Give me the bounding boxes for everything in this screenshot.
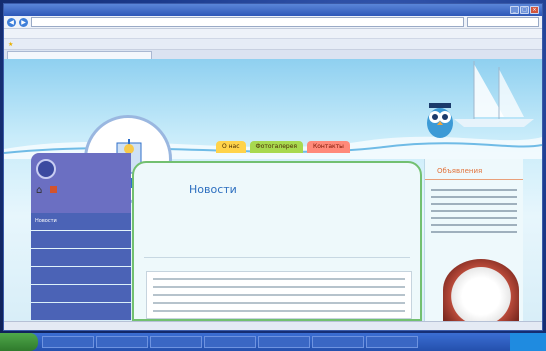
news-text (146, 271, 412, 319)
left-menu-item[interactable]: Новости (31, 213, 131, 230)
browser-window: _ □ × ◀ ▶ ★ О нас Фотогалерея Контакты ⌂… (3, 3, 543, 331)
left-panel: ⌂ Новости (31, 153, 131, 321)
minimize-button[interactable]: _ (510, 6, 519, 14)
ship-icon (454, 61, 534, 127)
task-list (42, 336, 418, 348)
task-button[interactable] (150, 336, 202, 348)
left-menu-item[interactable] (31, 231, 131, 248)
title-bar: _ □ × (4, 4, 542, 16)
nav-contacts-button[interactable]: Контакты (307, 141, 350, 153)
favorites-bar: ★ (4, 39, 542, 50)
main-panel: Новости (132, 161, 422, 321)
menu-bar (4, 29, 542, 39)
announcements-divider (425, 179, 523, 180)
star-icon: ★ (8, 40, 14, 48)
top-nav: О нас Фотогалерея Контакты (216, 141, 350, 153)
task-button[interactable] (258, 336, 310, 348)
home-icon[interactable]: ⌂ (36, 185, 42, 196)
clock (510, 333, 546, 351)
maximize-button[interactable]: □ (520, 6, 529, 14)
divider (144, 257, 410, 258)
nav-gallery-button[interactable]: Фотогалерея (249, 141, 303, 153)
left-menu: Новости (31, 213, 131, 321)
task-button[interactable] (204, 336, 256, 348)
left-menu-item[interactable] (31, 285, 131, 302)
url-input[interactable] (31, 17, 464, 27)
owl-icon (427, 103, 453, 138)
round-button[interactable] (36, 159, 56, 179)
forward-button[interactable]: ▶ (19, 17, 28, 27)
back-button[interactable]: ◀ (7, 17, 16, 27)
task-button[interactable] (312, 336, 364, 348)
page-title: Новости (189, 183, 237, 196)
photo-image (443, 259, 519, 321)
status-bar (4, 321, 542, 330)
taskbar (0, 333, 546, 351)
announcements-panel: Объявления (424, 159, 523, 321)
left-menu-item[interactable] (31, 249, 131, 266)
task-button[interactable] (42, 336, 94, 348)
close-button[interactable]: × (530, 6, 539, 14)
nav-about-button[interactable]: О нас (216, 141, 246, 153)
announcements-title: Объявления (437, 167, 483, 175)
search-input[interactable] (467, 17, 539, 27)
left-menu-item[interactable] (31, 303, 131, 320)
task-button[interactable] (366, 336, 418, 348)
start-button[interactable] (0, 333, 38, 351)
mail-icon[interactable] (50, 186, 57, 193)
left-menu-item[interactable] (31, 267, 131, 284)
favorites-item[interactable]: ★ (8, 41, 15, 48)
task-button[interactable] (96, 336, 148, 348)
page-content: О нас Фотогалерея Контакты ⌂ Новости Нов… (4, 59, 542, 321)
address-bar: ◀ ▶ (4, 16, 542, 29)
announcements-text (431, 189, 517, 238)
